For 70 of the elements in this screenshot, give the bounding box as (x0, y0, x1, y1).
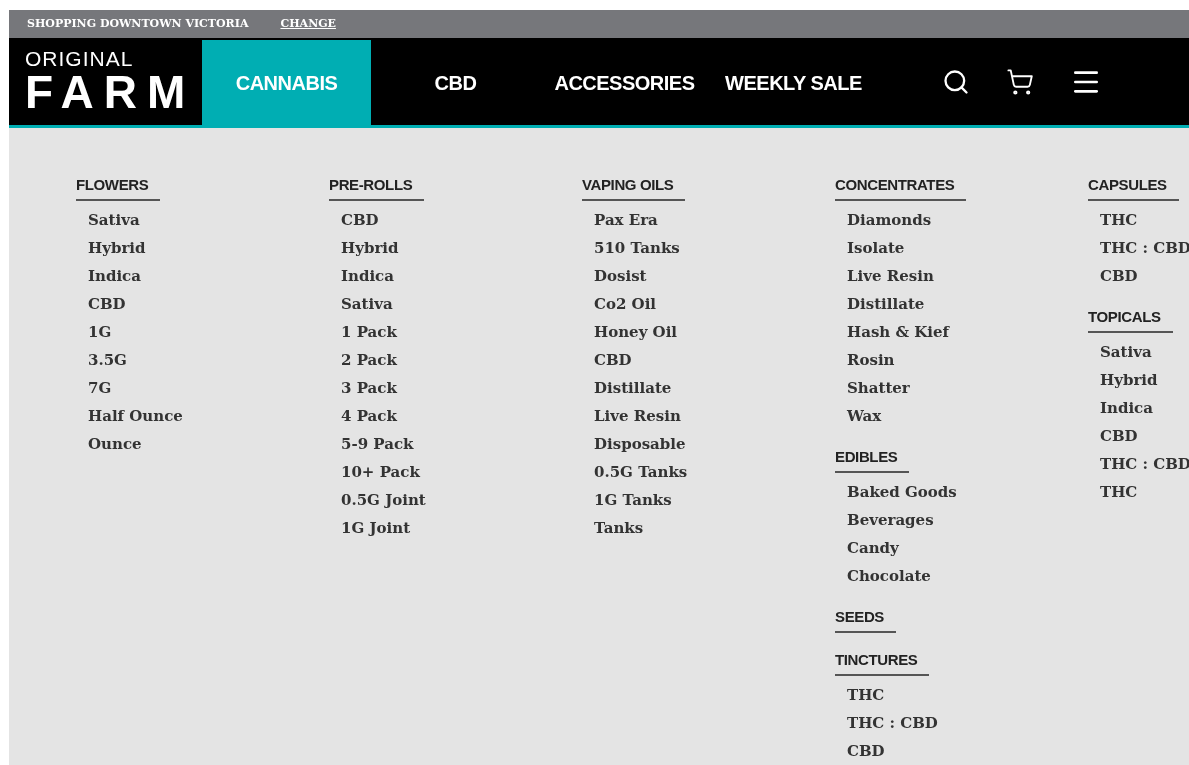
logo-text: FARM (25, 68, 197, 115)
category-heading[interactable]: FLOWERS (76, 175, 161, 201)
menu-link[interactable]: THC (1100, 206, 1189, 234)
menu-link[interactable]: Wax (847, 402, 1088, 430)
menu-link[interactable]: CBD (1100, 422, 1189, 450)
menu-link[interactable]: Diamonds (847, 206, 1088, 234)
menu-link[interactable]: 1G Tanks (594, 486, 835, 514)
menu-link[interactable]: Candy (847, 534, 1088, 562)
search-icon[interactable] (942, 67, 970, 96)
menu-link[interactable]: Sativa (341, 290, 582, 318)
menu-link[interactable]: Honey Oil (594, 318, 835, 346)
menu-link[interactable]: 510 Tanks (594, 234, 835, 262)
menu-link[interactable]: CBD (847, 737, 1088, 765)
menu-link[interactable]: 5-9 Pack (341, 430, 582, 458)
menu-link[interactable]: 3.5G (88, 346, 329, 374)
menu-link[interactable]: Co2 Oil (594, 290, 835, 318)
menu-link[interactable]: 7G (88, 374, 329, 402)
store-location: SHOPPING DOWNTOWN VICTORIA (27, 15, 249, 32)
cart-icon[interactable] (1006, 67, 1034, 96)
menu-link[interactable]: Chocolate (847, 562, 1088, 590)
menu-link[interactable]: Hybrid (1100, 366, 1189, 394)
category-heading[interactable]: PRE-ROLLS (329, 175, 425, 201)
category-heading[interactable]: VAPING OILS (582, 175, 686, 201)
menu-link[interactable]: 1 Pack (341, 318, 582, 346)
menu-link[interactable]: 4 Pack (341, 402, 582, 430)
menu-link[interactable]: Distillate (594, 374, 835, 402)
category-heading[interactable]: SEEDS (835, 607, 896, 633)
menu-link[interactable]: Sativa (1100, 338, 1189, 366)
menu-link[interactable]: Indica (341, 262, 582, 290)
menu-link[interactable]: Sativa (88, 206, 329, 234)
menu-link[interactable]: CBD (594, 346, 835, 374)
logo-text: ORIGINAL (25, 48, 135, 69)
category-heading[interactable]: TOPICALS (1088, 307, 1173, 333)
menu-link[interactable]: 10+ Pack (341, 458, 582, 486)
menu-link[interactable]: Pax Era (594, 206, 835, 234)
menu-link[interactable]: Hybrid (88, 234, 329, 262)
menu-link[interactable]: THC (847, 681, 1088, 709)
menu-link[interactable]: Beverages (847, 506, 1088, 534)
menu-link[interactable]: Distillate (847, 290, 1088, 318)
menu-link[interactable]: Isolate (847, 234, 1088, 262)
menu-link[interactable]: Dosist (594, 262, 835, 290)
menu-link[interactable]: THC (1100, 478, 1189, 506)
menu-link[interactable]: 0.5G Tanks (594, 458, 835, 486)
menu-link[interactable]: Hybrid (341, 234, 582, 262)
menu-link[interactable]: Disposable (594, 430, 835, 458)
menu-link[interactable]: CBD (1100, 262, 1189, 290)
menu-link[interactable]: Indica (88, 262, 329, 290)
menu-link[interactable]: Live Resin (847, 262, 1088, 290)
menu-link[interactable]: Tanks (594, 514, 835, 542)
menu-link[interactable]: Ounce (88, 430, 329, 458)
menu-link[interactable]: Hash & Kief (847, 318, 1088, 346)
menu-link[interactable]: CBD (88, 290, 329, 318)
menu-link[interactable]: 2 Pack (341, 346, 582, 374)
menu-link[interactable]: 0.5G Joint (341, 486, 582, 514)
menu-link[interactable]: THC : CBD (847, 709, 1088, 737)
change-link[interactable]: CHANGE (280, 15, 336, 33)
menu-link[interactable]: Half Ounce (88, 402, 329, 430)
category-heading[interactable]: EDIBLES (835, 447, 910, 473)
menu-link[interactable]: Live Resin (594, 402, 835, 430)
menu-link[interactable]: Baked Goods (847, 478, 1088, 506)
category-heading[interactable]: CONCENTRATES (835, 175, 967, 201)
category-heading[interactable]: CAPSULES (1088, 175, 1179, 201)
menu-link[interactable]: Rosin (847, 346, 1088, 374)
menu-link[interactable]: Indica (1100, 394, 1189, 422)
menu-link[interactable]: CBD (341, 206, 582, 234)
menu-link[interactable]: 1G Joint (341, 514, 582, 542)
category-heading[interactable]: TINCTURES (835, 650, 930, 676)
menu-link[interactable]: 3 Pack (341, 374, 582, 402)
menu-link[interactable]: 1G (88, 318, 329, 346)
menu-link[interactable]: Shatter (847, 374, 1088, 402)
